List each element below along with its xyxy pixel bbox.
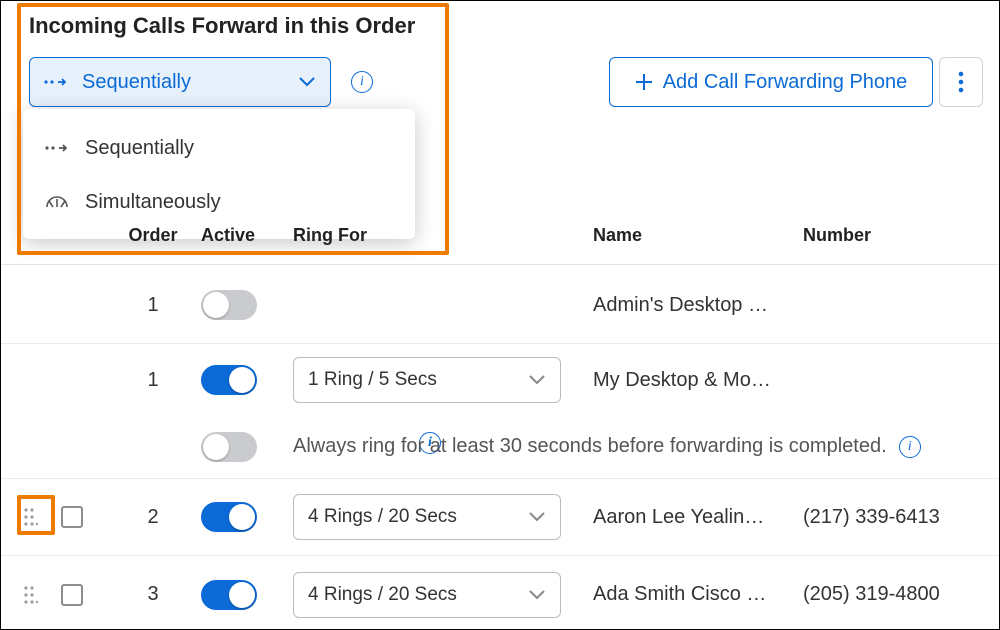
chevron-down-icon	[528, 374, 546, 386]
active-toggle[interactable]	[201, 290, 257, 320]
chevron-down-icon	[298, 76, 316, 88]
active-toggle[interactable]	[201, 365, 257, 395]
drag-handle-icon[interactable]	[22, 585, 40, 605]
name-cell: Aaron Lee Yealin…	[593, 506, 803, 529]
ring-for-select[interactable]: 4 Rings / 20 Secs	[293, 572, 561, 618]
page-title: Incoming Calls Forward in this Order	[29, 13, 415, 39]
chevron-down-icon	[528, 511, 546, 523]
ring-for-select[interactable]: 1 Ring / 5 Secs	[293, 357, 561, 403]
order-cell: 3	[105, 583, 201, 606]
number-cell: (217) 339-6413	[803, 506, 999, 529]
row-checkbox[interactable]	[61, 584, 83, 606]
order-cell: 1	[105, 294, 201, 317]
active-toggle[interactable]	[201, 502, 257, 532]
table-row: 3 4 Rings / 20 Secs Ada Smith Cisco … (2…	[1, 556, 999, 630]
table-row: 2 4 Rings / 20 Secs Aaron Lee Yealin… (2…	[1, 479, 999, 556]
option-sequentially[interactable]: Sequentially	[23, 121, 415, 175]
order-cell: 1	[105, 369, 201, 392]
table-row: 1 Admin's Desktop …	[1, 267, 999, 344]
ring-for-select[interactable]: 4 Rings / 20 Secs	[293, 494, 561, 540]
active-toggle[interactable]	[201, 580, 257, 610]
info-icon[interactable]: i	[351, 71, 373, 93]
drag-handle-icon[interactable]	[22, 507, 40, 527]
more-actions-button[interactable]	[939, 57, 983, 107]
name-cell: Admin's Desktop …	[593, 294, 803, 317]
forward-mode-select[interactable]: Sequentially	[29, 57, 331, 107]
table-row: 1 1 Ring / 5 Secs My Desktop & Mo…	[1, 345, 999, 415]
chevron-down-icon	[528, 589, 546, 601]
table-header: Order Active Ring For i Name Number	[1, 207, 999, 265]
name-cell: My Desktop & Mo…	[593, 369, 803, 392]
always-ring-toggle[interactable]	[201, 432, 257, 462]
add-call-forwarding-button[interactable]: Add Call Forwarding Phone	[609, 57, 933, 107]
always-ring-row: Always ring for at least 30 seconds befo…	[1, 415, 999, 479]
info-icon[interactable]: i	[899, 436, 921, 458]
number-cell: (205) 319-4800	[803, 583, 999, 606]
row-checkbox[interactable]	[61, 506, 83, 528]
forward-mode-label: Sequentially	[82, 71, 191, 94]
order-cell: 2	[105, 506, 201, 529]
name-cell: Ada Smith Cisco …	[593, 583, 803, 606]
